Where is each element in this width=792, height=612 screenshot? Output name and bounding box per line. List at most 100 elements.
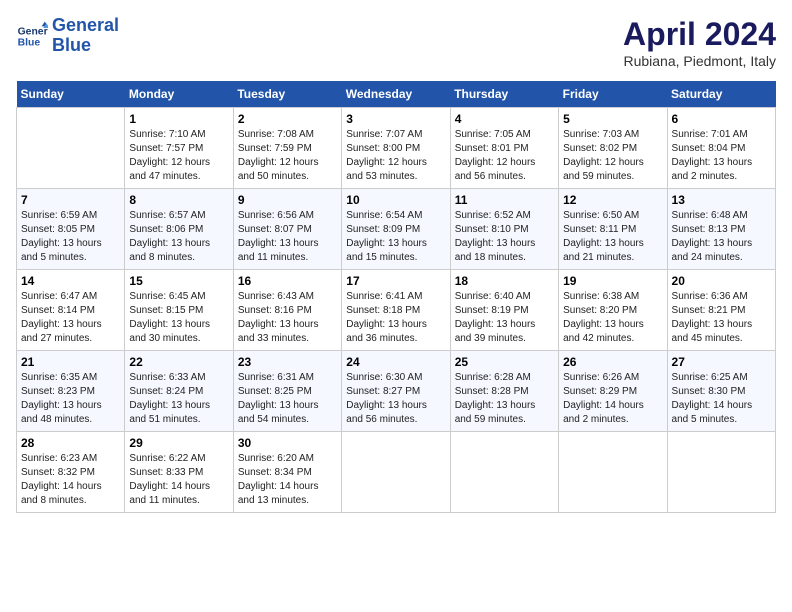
week-row-2: 7 Sunrise: 6:59 AM Sunset: 8:05 PM Daylig…: [17, 189, 776, 270]
day-info: Sunrise: 6:40 AM Sunset: 8:19 PM Dayligh…: [455, 290, 554, 346]
day-info: Sunrise: 6:30 AM Sunset: 8:27 PM Dayligh…: [346, 371, 445, 427]
day-info: Sunrise: 6:28 AM Sunset: 8:28 PM Dayligh…: [455, 371, 554, 427]
day-number: 26: [563, 355, 662, 369]
calendar-cell: 15 Sunrise: 6:45 AM Sunset: 8:15 PM Dayli…: [125, 270, 233, 351]
day-info: Sunrise: 6:52 AM Sunset: 8:10 PM Dayligh…: [455, 209, 554, 265]
logo-line1: General: [52, 15, 119, 35]
day-number: 3: [346, 112, 445, 126]
day-info: Sunrise: 6:20 AM Sunset: 8:34 PM Dayligh…: [238, 452, 337, 508]
day-number: 15: [129, 274, 228, 288]
calendar-cell: 3 Sunrise: 7:07 AM Sunset: 8:00 PM Daylig…: [342, 108, 450, 189]
day-number: 9: [238, 193, 337, 207]
col-header-tuesday: Tuesday: [233, 81, 341, 108]
day-number: 23: [238, 355, 337, 369]
calendar-cell: [559, 432, 667, 513]
calendar-cell: 13 Sunrise: 6:48 AM Sunset: 8:13 PM Dayli…: [667, 189, 775, 270]
day-number: 6: [672, 112, 771, 126]
day-number: 19: [563, 274, 662, 288]
day-number: 27: [672, 355, 771, 369]
day-number: 8: [129, 193, 228, 207]
day-number: 24: [346, 355, 445, 369]
calendar-cell: 4 Sunrise: 7:05 AM Sunset: 8:01 PM Daylig…: [450, 108, 558, 189]
calendar-cell: 10 Sunrise: 6:54 AM Sunset: 8:09 PM Dayli…: [342, 189, 450, 270]
day-info: Sunrise: 6:23 AM Sunset: 8:32 PM Dayligh…: [21, 452, 120, 508]
day-info: Sunrise: 7:08 AM Sunset: 7:59 PM Dayligh…: [238, 128, 337, 184]
col-header-wednesday: Wednesday: [342, 81, 450, 108]
calendar-cell: 30 Sunrise: 6:20 AM Sunset: 8:34 PM Dayli…: [233, 432, 341, 513]
calendar-cell: 29 Sunrise: 6:22 AM Sunset: 8:33 PM Dayli…: [125, 432, 233, 513]
logo-icon: General Blue: [16, 20, 48, 52]
day-number: 10: [346, 193, 445, 207]
day-number: 4: [455, 112, 554, 126]
day-info: Sunrise: 7:10 AM Sunset: 7:57 PM Dayligh…: [129, 128, 228, 184]
calendar-cell: [342, 432, 450, 513]
svg-text:General: General: [18, 26, 48, 37]
calendar-cell: 27 Sunrise: 6:25 AM Sunset: 8:30 PM Dayli…: [667, 351, 775, 432]
week-row-4: 21 Sunrise: 6:35 AM Sunset: 8:23 PM Dayli…: [17, 351, 776, 432]
day-info: Sunrise: 6:36 AM Sunset: 8:21 PM Dayligh…: [672, 290, 771, 346]
calendar-cell: 26Sunrise: 6:26 AM Sunset: 8:29 PM Dayli…: [559, 351, 667, 432]
col-header-monday: Monday: [125, 81, 233, 108]
day-info: Sunrise: 6:48 AM Sunset: 8:13 PM Dayligh…: [672, 209, 771, 265]
day-info: Sunrise: 7:07 AM Sunset: 8:00 PM Dayligh…: [346, 128, 445, 184]
header-row: SundayMondayTuesdayWednesdayThursdayFrid…: [17, 81, 776, 108]
logo-text: General Blue: [52, 16, 119, 56]
calendar-cell: 28 Sunrise: 6:23 AM Sunset: 8:32 PM Dayli…: [17, 432, 125, 513]
logo: General Blue General Blue: [16, 16, 119, 56]
day-info: Sunrise: 6:35 AM Sunset: 8:23 PM Dayligh…: [21, 371, 120, 427]
calendar-cell: 18 Sunrise: 6:40 AM Sunset: 8:19 PM Dayli…: [450, 270, 558, 351]
day-info: Sunrise: 7:03 AM Sunset: 8:02 PM Dayligh…: [563, 128, 662, 184]
calendar-cell: 17 Sunrise: 6:41 AM Sunset: 8:18 PM Dayli…: [342, 270, 450, 351]
day-number: 21: [21, 355, 120, 369]
calendar-cell: 22 Sunrise: 6:33 AM Sunset: 8:24 PM Dayli…: [125, 351, 233, 432]
day-number: 11: [455, 193, 554, 207]
day-info: Sunrise: 7:05 AM Sunset: 8:01 PM Dayligh…: [455, 128, 554, 184]
calendar-table: SundayMondayTuesdayWednesdayThursdayFrid…: [16, 81, 776, 513]
day-info: Sunrise: 6:54 AM Sunset: 8:09 PM Dayligh…: [346, 209, 445, 265]
day-number: 18: [455, 274, 554, 288]
day-info: Sunrise: 6:59 AM Sunset: 8:05 PM Dayligh…: [21, 209, 120, 265]
week-row-1: 1 Sunrise: 7:10 AM Sunset: 7:57 PM Daylig…: [17, 108, 776, 189]
day-info: Sunrise: 6:33 AM Sunset: 8:24 PM Dayligh…: [129, 371, 228, 427]
day-number: 16: [238, 274, 337, 288]
calendar-cell: [667, 432, 775, 513]
day-number: 25: [455, 355, 554, 369]
calendar-cell: 5Sunrise: 7:03 AM Sunset: 8:02 PM Daylig…: [559, 108, 667, 189]
logo-line2: Blue: [52, 35, 91, 55]
col-header-friday: Friday: [559, 81, 667, 108]
title-area: April 2024 Rubiana, Piedmont, Italy: [623, 16, 776, 69]
day-info: Sunrise: 6:45 AM Sunset: 8:15 PM Dayligh…: [129, 290, 228, 346]
page-header: General Blue General Blue April 2024 Rub…: [16, 16, 776, 69]
day-info: Sunrise: 6:22 AM Sunset: 8:33 PM Dayligh…: [129, 452, 228, 508]
day-number: 17: [346, 274, 445, 288]
week-row-3: 14Sunrise: 6:47 AM Sunset: 8:14 PM Dayli…: [17, 270, 776, 351]
svg-text:Blue: Blue: [18, 37, 41, 48]
day-number: 13: [672, 193, 771, 207]
day-info: Sunrise: 6:57 AM Sunset: 8:06 PM Dayligh…: [129, 209, 228, 265]
calendar-cell: 21 Sunrise: 6:35 AM Sunset: 8:23 PM Dayli…: [17, 351, 125, 432]
week-row-5: 28 Sunrise: 6:23 AM Sunset: 8:32 PM Dayli…: [17, 432, 776, 513]
day-number: 29: [129, 436, 228, 450]
calendar-cell: 12Sunrise: 6:50 AM Sunset: 8:11 PM Dayli…: [559, 189, 667, 270]
day-info: Sunrise: 6:56 AM Sunset: 8:07 PM Dayligh…: [238, 209, 337, 265]
calendar-cell: 8 Sunrise: 6:57 AM Sunset: 8:06 PM Daylig…: [125, 189, 233, 270]
calendar-cell: [17, 108, 125, 189]
day-number: 7: [21, 193, 120, 207]
calendar-cell: 24 Sunrise: 6:30 AM Sunset: 8:27 PM Dayli…: [342, 351, 450, 432]
day-number: 28: [21, 436, 120, 450]
day-number: 30: [238, 436, 337, 450]
day-number: 22: [129, 355, 228, 369]
calendar-cell: 7 Sunrise: 6:59 AM Sunset: 8:05 PM Daylig…: [17, 189, 125, 270]
day-info: Sunrise: 6:25 AM Sunset: 8:30 PM Dayligh…: [672, 371, 771, 427]
calendar-cell: 25 Sunrise: 6:28 AM Sunset: 8:28 PM Dayli…: [450, 351, 558, 432]
col-header-sunday: Sunday: [17, 81, 125, 108]
day-info: Sunrise: 6:41 AM Sunset: 8:18 PM Dayligh…: [346, 290, 445, 346]
day-number: 1: [129, 112, 228, 126]
calendar-cell: 20 Sunrise: 6:36 AM Sunset: 8:21 PM Dayli…: [667, 270, 775, 351]
day-number: 20: [672, 274, 771, 288]
calendar-cell: 6Sunrise: 7:01 AM Sunset: 8:04 PM Daylig…: [667, 108, 775, 189]
col-header-saturday: Saturday: [667, 81, 775, 108]
day-number: 14: [21, 274, 120, 288]
day-number: 12: [563, 193, 662, 207]
calendar-cell: 19Sunrise: 6:38 AM Sunset: 8:20 PM Dayli…: [559, 270, 667, 351]
